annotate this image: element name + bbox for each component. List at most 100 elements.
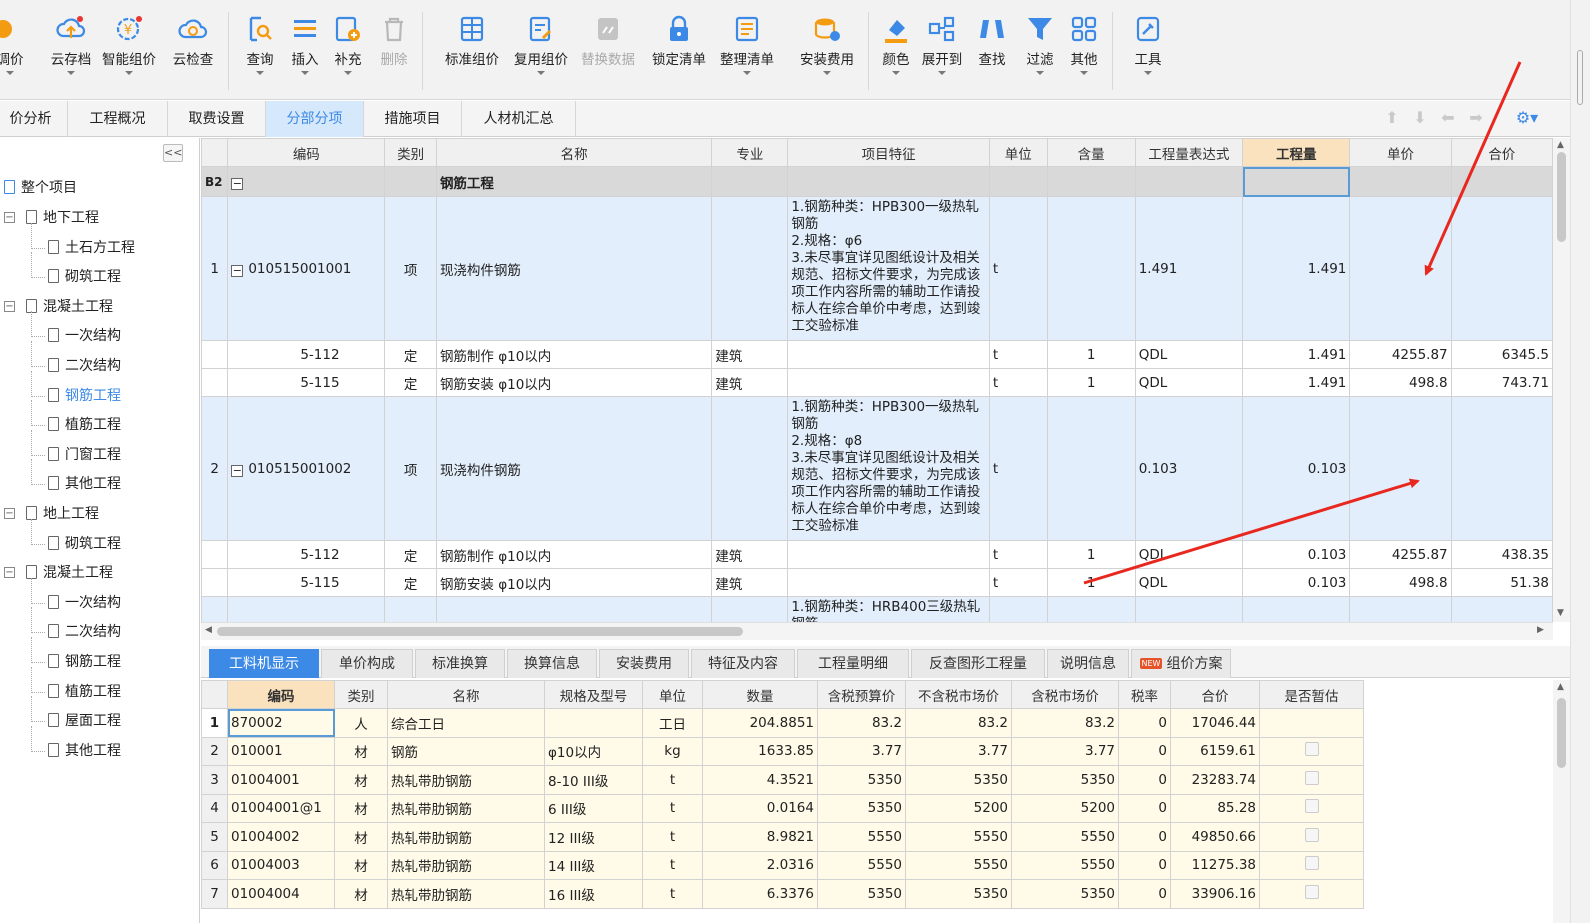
tree-node-group[interactable]: 地上工程 bbox=[26, 503, 99, 525]
tree-node-item[interactable]: 屋面工程 bbox=[48, 710, 121, 732]
estimate-checkbox[interactable] bbox=[1304, 799, 1319, 814]
collapse-sidebar-button[interactable]: << bbox=[163, 144, 183, 162]
item-feature[interactable]: 1.钢筋种类：HPB300一级热轧钢筋 2.规格：φ8 3.未尽事宜详见图纸设计及相… bbox=[787, 396, 990, 541]
estimate-cell[interactable] bbox=[1259, 850, 1364, 880]
tree-collapse-toggle[interactable]: − bbox=[4, 212, 15, 223]
material-spec[interactable]: 12 III级 bbox=[544, 822, 643, 852]
material-total[interactable]: 6159.61 bbox=[1170, 736, 1260, 766]
item-unit[interactable]: t bbox=[988, 196, 1048, 341]
material-row[interactable]: 2 010001 材 钢筋 φ10以内 kg 1633.85 3.77 3.77… bbox=[201, 736, 1364, 766]
tree-node-item[interactable]: 砌筑工程 bbox=[48, 533, 121, 555]
tools-button[interactable]: 工具 bbox=[1130, 14, 1166, 94]
material-row[interactable]: 1 870002 人 综合工日 工日 204.8851 83.2 83.2 83… bbox=[201, 708, 1364, 738]
material-name[interactable]: 热轧带肋钢筋 bbox=[387, 793, 545, 823]
quota-name[interactable]: 钢筋安装 φ10以内 bbox=[435, 568, 713, 597]
quota-expression[interactable]: QDL bbox=[1134, 340, 1244, 369]
upper-col-header[interactable]: 合价 bbox=[1450, 138, 1553, 167]
material-market-price[interactable]: 5350 bbox=[905, 765, 1012, 795]
detail-tab[interactable]: 工程量明细 bbox=[797, 649, 909, 678]
material-name[interactable]: 钢筋 bbox=[387, 736, 545, 766]
material-market-price[interactable]: 5350 bbox=[905, 879, 1012, 909]
material-spec[interactable]: φ10以内 bbox=[544, 736, 643, 766]
quota-category[interactable]: 定 bbox=[384, 540, 437, 569]
bill-item-row[interactable]: 1.钢筋种类：HRB400三级热轧钢筋 bbox=[201, 596, 1553, 622]
quota-row[interactable]: 5-115 定 钢筋安装 φ10以内 建筑 t 1 QDL 0.103 498.… bbox=[201, 568, 1553, 597]
tree-root[interactable]: 整个项目 bbox=[4, 177, 77, 199]
estimate-checkbox[interactable] bbox=[1304, 884, 1319, 899]
tree-node-group[interactable]: 混凝土工程 bbox=[26, 562, 113, 584]
material-market-price-tax[interactable]: 5200 bbox=[1011, 793, 1119, 823]
quota-feature[interactable] bbox=[787, 568, 990, 597]
quota-quantity[interactable]: 0.103 bbox=[1242, 568, 1351, 597]
lower-col-header[interactable]: 数量 bbox=[702, 680, 818, 709]
upper-col-header[interactable]: 编码 bbox=[227, 138, 386, 167]
estimate-cell[interactable] bbox=[1259, 765, 1364, 795]
estimate-cell[interactable] bbox=[1259, 708, 1364, 738]
item-quantity[interactable]: 1.491 bbox=[1242, 196, 1351, 341]
lower-col-header[interactable]: 名称 bbox=[387, 680, 545, 709]
material-row[interactable]: 4 01004001@1 材 热轧带肋钢筋 6 III级 t 0.0164 53… bbox=[201, 793, 1364, 823]
upper-vertical-scrollbar[interactable]: ▲ ▼ bbox=[1553, 138, 1570, 622]
material-total[interactable]: 11275.38 bbox=[1170, 850, 1260, 880]
upper-col-header[interactable]: 项目特征 bbox=[787, 138, 990, 167]
detail-tab[interactable]: NEW 组价方案 bbox=[1131, 649, 1231, 678]
quota-code[interactable]: 5-115 bbox=[227, 368, 386, 397]
quota-name[interactable]: 钢筋制作 φ10以内 bbox=[435, 540, 713, 569]
material-name[interactable]: 热轧带肋钢筋 bbox=[387, 850, 545, 880]
reuse-price-button[interactable]: 复用组价 bbox=[509, 14, 573, 94]
material-tax-rate[interactable]: 0 bbox=[1118, 708, 1171, 738]
quota-total[interactable]: 438.35 bbox=[1450, 540, 1553, 569]
material-name[interactable]: 综合工日 bbox=[387, 708, 545, 738]
division-row[interactable]: B2 − 钢筋工程 bbox=[201, 166, 1553, 197]
item-total[interactable] bbox=[1450, 196, 1553, 341]
quota-code[interactable]: 5-112 bbox=[227, 540, 386, 569]
quota-row[interactable]: 5-112 定 钢筋制作 φ10以内 建筑 t 1 QDL 1.491 4255… bbox=[201, 340, 1553, 369]
lower-col-header[interactable]: 含税预算价 bbox=[817, 680, 906, 709]
move-up-icon[interactable]: ⬆ bbox=[1384, 110, 1400, 126]
tab-sub-items[interactable]: 分部分项 bbox=[266, 101, 364, 137]
quota-price[interactable]: 4255.87 bbox=[1349, 540, 1452, 569]
material-total[interactable]: 23283.74 bbox=[1170, 765, 1260, 795]
quota-expression[interactable]: QDL bbox=[1134, 568, 1244, 597]
upper-horizontal-scrollbar[interactable]: ◀ ▶ bbox=[201, 622, 1553, 640]
lower-vertical-scrollbar[interactable]: ▲ bbox=[1553, 680, 1570, 923]
upper-col-header[interactable] bbox=[201, 138, 229, 167]
estimate-cell[interactable] bbox=[1259, 822, 1364, 852]
item-expression[interactable]: 0.103 bbox=[1134, 396, 1244, 541]
quota-ratio[interactable]: 1 bbox=[1046, 340, 1136, 369]
material-tax-rate[interactable]: 0 bbox=[1118, 822, 1171, 852]
find-button[interactable]: 查找 bbox=[974, 14, 1010, 94]
material-tax-rate[interactable]: 0 bbox=[1118, 879, 1171, 909]
material-spec[interactable]: 6 III级 bbox=[544, 793, 643, 823]
quota-row[interactable]: 5-112 定 钢筋制作 φ10以内 建筑 t 1 QDL 0.103 4255… bbox=[201, 540, 1553, 569]
item-category[interactable]: 项 bbox=[384, 396, 437, 541]
quota-name[interactable]: 钢筋制作 φ10以内 bbox=[435, 340, 713, 369]
material-market-price[interactable]: 83.2 bbox=[905, 708, 1012, 738]
lower-col-header[interactable]: 不含税市场价 bbox=[905, 680, 1012, 709]
material-market-price[interactable]: 5200 bbox=[905, 793, 1012, 823]
quota-major[interactable]: 建筑 bbox=[711, 368, 789, 397]
quota-ratio[interactable]: 1 bbox=[1046, 568, 1136, 597]
material-quantity[interactable]: 204.8851 bbox=[702, 708, 818, 738]
upper-col-header[interactable]: 工程量表达式 bbox=[1134, 138, 1244, 167]
material-quantity[interactable]: 4.3521 bbox=[702, 765, 818, 795]
material-quantity[interactable]: 2.0316 bbox=[702, 850, 818, 880]
estimate-checkbox[interactable] bbox=[1304, 742, 1319, 757]
side-panel-handle[interactable] bbox=[1577, 50, 1583, 105]
item-ratio[interactable] bbox=[1046, 596, 1136, 622]
item-ratio[interactable] bbox=[1046, 196, 1136, 341]
upper-col-header[interactable]: 类别 bbox=[384, 138, 437, 167]
lower-col-header[interactable]: 是否暂估 bbox=[1259, 680, 1364, 709]
cloud-check-button[interactable]: 云检查 bbox=[170, 14, 216, 94]
filter-button[interactable]: 过滤 bbox=[1022, 14, 1058, 94]
upper-vscroll-thumb[interactable] bbox=[1557, 152, 1566, 242]
quota-feature[interactable] bbox=[787, 340, 990, 369]
replace-data-button[interactable]: 替换数据 bbox=[577, 14, 639, 94]
item-unit[interactable]: t bbox=[988, 396, 1048, 541]
lock-list-button[interactable]: 锁定清单 bbox=[648, 14, 710, 94]
expand-to-button[interactable]: 展开到 bbox=[917, 14, 967, 94]
collapse-toggle-icon[interactable]: − bbox=[231, 177, 244, 190]
material-market-price-tax[interactable]: 5350 bbox=[1011, 879, 1119, 909]
quota-ratio[interactable]: 1 bbox=[1046, 540, 1136, 569]
lower-col-header[interactable]: 合价 bbox=[1170, 680, 1260, 709]
